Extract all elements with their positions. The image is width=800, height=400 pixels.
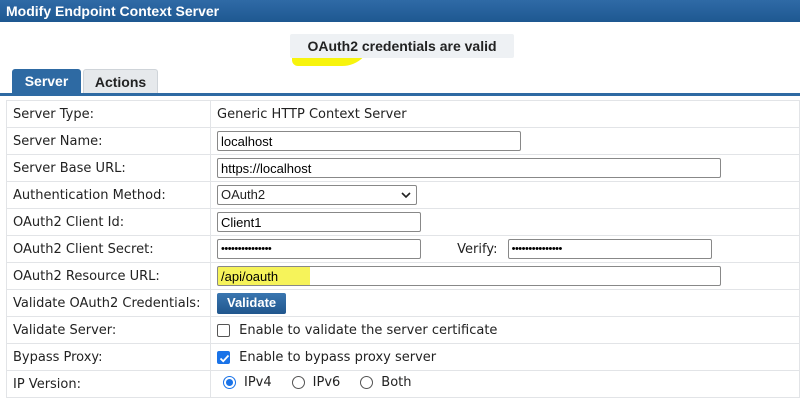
validate-server-cell: Enable to validate the server certificat… bbox=[210, 316, 800, 344]
bypass-proxy-cell: Enable to bypass proxy server bbox=[210, 343, 800, 371]
server-name-cell bbox=[210, 127, 800, 155]
bypass-proxy-label: Bypass Proxy: bbox=[6, 343, 211, 371]
tab-actions[interactable]: Actions bbox=[83, 69, 158, 95]
checkmark-icon bbox=[219, 354, 230, 362]
tab-underline bbox=[0, 93, 800, 96]
row-validate-server: Validate Server: Enable to validate the … bbox=[6, 316, 800, 344]
auth-method-cell: OAuth2 bbox=[210, 181, 800, 209]
bypass-proxy-checkbox[interactable] bbox=[217, 350, 230, 364]
base-url-input[interactable] bbox=[217, 158, 721, 178]
radio-ipv6-label: IPv6 bbox=[312, 375, 341, 390]
client-secret-label: OAuth2 Client Secret: bbox=[6, 235, 211, 263]
radio-ipv4[interactable] bbox=[223, 376, 236, 389]
server-name-label: Server Name: bbox=[6, 127, 211, 155]
verify-secret-input[interactable] bbox=[507, 239, 712, 259]
client-id-input[interactable] bbox=[217, 212, 421, 232]
radio-ipv4-label: IPv4 bbox=[244, 375, 272, 390]
radio-both[interactable] bbox=[360, 376, 374, 389]
row-ip-version: IP Version: IPv4 IPv6 Both bbox=[6, 370, 800, 398]
radio-ipv6[interactable] bbox=[291, 376, 305, 389]
status-message-text: OAuth2 credentials are valid bbox=[307, 38, 497, 54]
client-secret-cell: Verify: bbox=[210, 235, 800, 263]
validate-server-text: Enable to validate the server certificat… bbox=[239, 322, 498, 338]
server-name-input[interactable] bbox=[217, 131, 521, 151]
client-secret-input[interactable] bbox=[217, 239, 421, 259]
row-base-url: Server Base URL: bbox=[6, 154, 800, 182]
resource-url-input[interactable] bbox=[217, 266, 721, 286]
row-resource-url: OAuth2 Resource URL: bbox=[6, 262, 800, 290]
server-form: Server Type: Generic HTTP Context Server… bbox=[6, 100, 800, 398]
row-bypass-proxy: Bypass Proxy: Enable to bypass proxy ser… bbox=[6, 343, 800, 371]
validate-button[interactable]: Validate bbox=[217, 292, 287, 314]
window-title: Modify Endpoint Context Server bbox=[0, 0, 800, 22]
row-validate-creds: Validate OAuth2 Credentials: Validate bbox=[6, 289, 800, 317]
server-type-value: Generic HTTP Context Server bbox=[210, 100, 800, 128]
auth-method-label: Authentication Method: bbox=[6, 181, 211, 209]
row-server-type: Server Type: Generic HTTP Context Server bbox=[6, 100, 800, 128]
row-client-secret: OAuth2 Client Secret: Verify: bbox=[6, 235, 800, 263]
client-id-label: OAuth2 Client Id: bbox=[6, 208, 211, 236]
client-id-cell bbox=[210, 208, 800, 236]
resource-url-label: OAuth2 Resource URL: bbox=[6, 262, 211, 290]
row-server-name: Server Name: bbox=[6, 127, 800, 155]
server-type-label: Server Type: bbox=[6, 100, 211, 128]
validate-server-label: Validate Server: bbox=[6, 316, 211, 344]
base-url-label: Server Base URL: bbox=[6, 154, 211, 182]
auth-method-select[interactable]: OAuth2 bbox=[217, 185, 417, 205]
chevron-down-icon bbox=[401, 192, 411, 199]
row-client-id: OAuth2 Client Id: bbox=[6, 208, 800, 236]
auth-method-selected: OAuth2 bbox=[221, 187, 266, 202]
status-message: OAuth2 credentials are valid bbox=[290, 34, 514, 58]
radio-both-label: Both bbox=[381, 375, 412, 390]
validate-creds-label: Validate OAuth2 Credentials: bbox=[6, 289, 211, 317]
validate-creds-cell: Validate bbox=[210, 289, 800, 317]
ip-version-cell: IPv4 IPv6 Both bbox=[210, 370, 800, 398]
verify-label: Verify: bbox=[457, 241, 498, 257]
tab-server[interactable]: Server bbox=[12, 69, 81, 95]
bypass-proxy-text: Enable to bypass proxy server bbox=[239, 349, 437, 365]
resource-url-cell bbox=[210, 262, 800, 290]
ip-version-radio-group: IPv4 IPv6 Both bbox=[223, 375, 432, 390]
base-url-cell bbox=[210, 154, 800, 182]
validate-server-checkbox[interactable] bbox=[217, 323, 230, 337]
ip-version-label: IP Version: bbox=[6, 370, 211, 398]
row-auth-method: Authentication Method: OAuth2 bbox=[6, 181, 800, 209]
